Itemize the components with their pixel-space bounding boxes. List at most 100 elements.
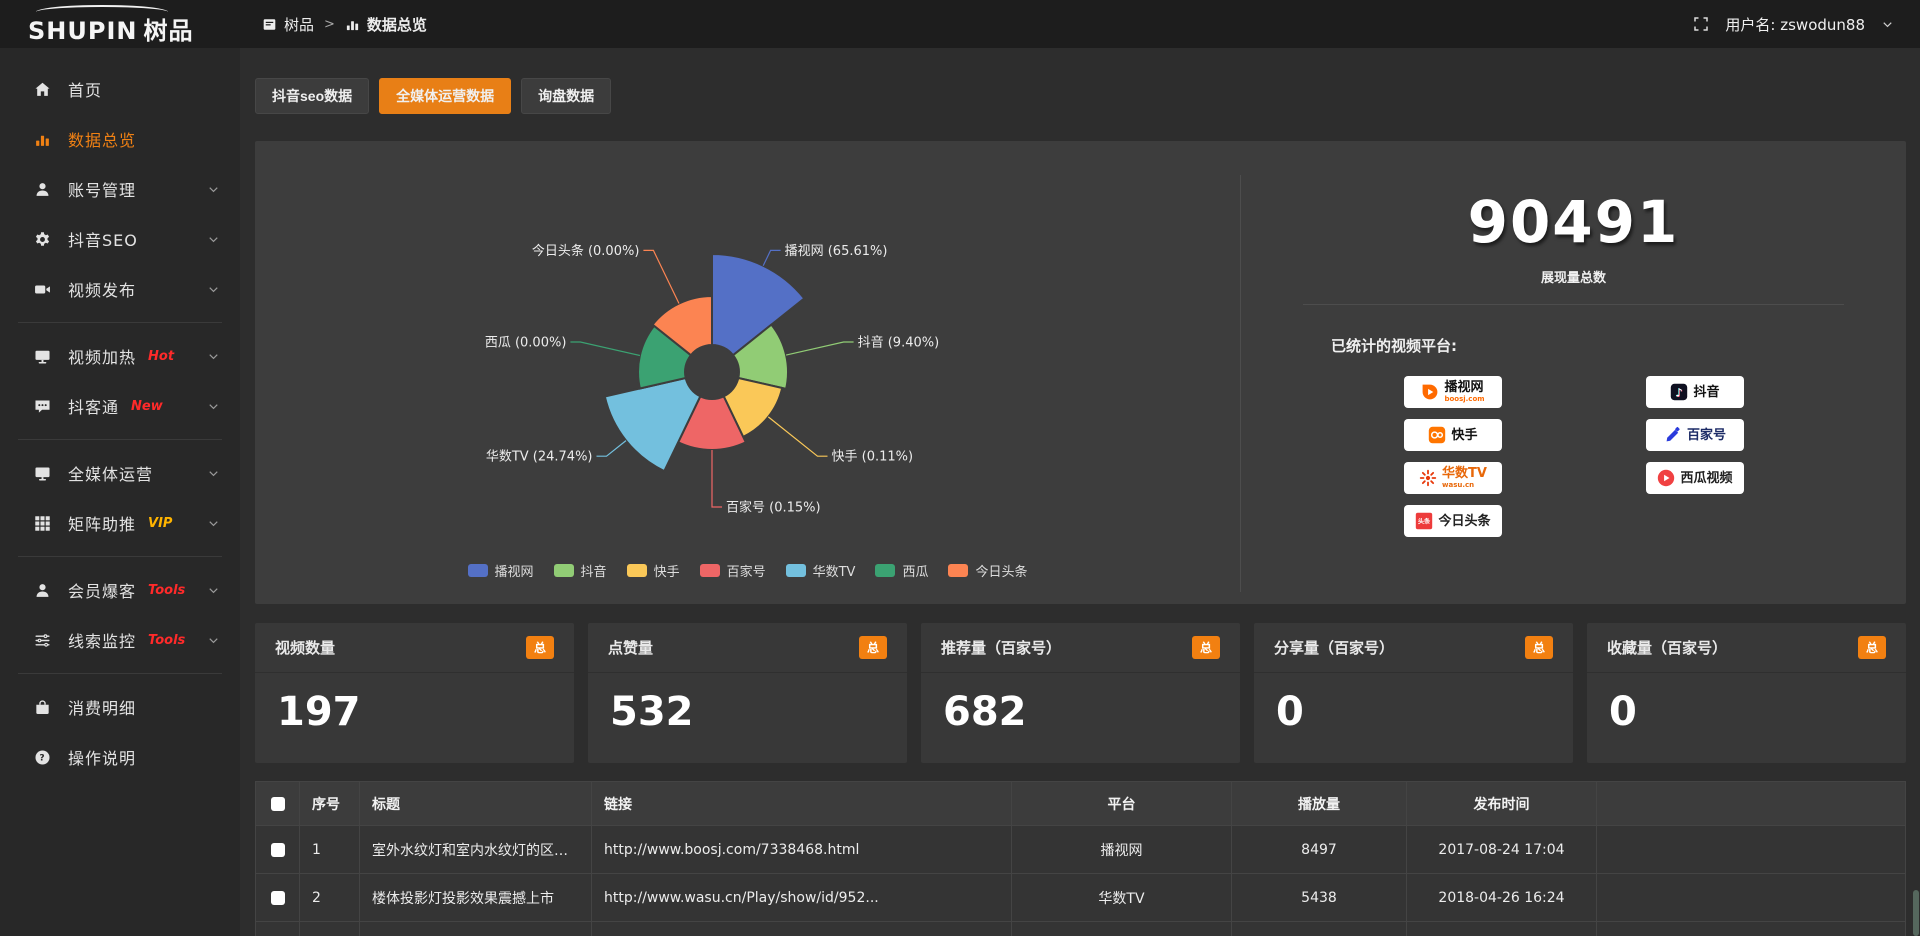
stat-card-0: 视频数量总197 <box>255 623 574 763</box>
legend-label: 播视网 <box>495 561 534 580</box>
table-row-0: 1室外水纹灯和室内水纹灯的区别和简介http://www.boosj.com/7… <box>256 826 1906 874</box>
sidebar-item-video-heat[interactable]: 视频加热Hot <box>0 331 240 381</box>
sidebar-divider <box>18 556 222 557</box>
total-impressions-label: 展现量总数 <box>1241 267 1906 286</box>
sidebar-item-tag: VIP <box>148 516 172 531</box>
table-row-partial <box>256 922 1906 936</box>
monitor-icon <box>34 465 51 482</box>
stat-card-value: 0 <box>1254 673 1573 735</box>
legend-item-3[interactable]: 百家号 <box>700 561 766 580</box>
sidebar-item-data-overview[interactable]: 数据总览 <box>0 114 240 164</box>
tab-inquiry-data[interactable]: 询盘数据 <box>521 78 611 114</box>
rose-pie-chart[interactable]: 播视网 (65.61%)抖音 (9.40%)快手 (0.11%)百家号 (0.1… <box>255 141 1240 604</box>
legend-item-4[interactable]: 华数TV <box>786 561 856 580</box>
breadcrumb-root[interactable]: 树品 <box>262 14 314 35</box>
cell-title[interactable]: 楼体投影灯投影效果震撼上市 <box>360 874 592 922</box>
douyin-logo-icon: ♪♪♪ <box>1670 383 1688 401</box>
sidebar: 首页数据总览账号管理抖音SEO视频发布视频加热Hot抖客通New 全媒体运营矩阵助… <box>0 48 240 936</box>
total-badge[interactable]: 总 <box>1858 636 1886 659</box>
cell-platform: 播视网 <box>1012 826 1232 874</box>
pie-label-3: 百家号 (0.15%) <box>726 500 821 516</box>
sliders-icon <box>34 632 51 649</box>
sidebar-item-douketong[interactable]: 抖客通New <box>0 381 240 431</box>
sidebar-divider <box>18 439 222 440</box>
column-header-3[interactable]: 平台 <box>1012 782 1232 826</box>
stat-card-3: 分享量（百家号）总0 <box>1254 623 1573 763</box>
legend-swatch <box>554 564 574 577</box>
tab-douyin-seo-data[interactable]: 抖音seo数据 <box>255 78 369 114</box>
select-all-checkbox[interactable] <box>271 797 285 811</box>
summary-divider <box>1303 304 1844 305</box>
scrollbar-thumb[interactable] <box>1913 890 1919 936</box>
legend-label: 华数TV <box>813 561 856 580</box>
legend-label: 百家号 <box>727 561 766 580</box>
user-menu-caret[interactable] <box>1881 18 1894 31</box>
breadcrumb-current[interactable]: 数据总览 <box>345 14 427 35</box>
cell-title[interactable]: 室外水纹灯和室内水纹灯的区别和简介 <box>360 826 592 874</box>
column-header-5[interactable]: 发布时间 <box>1407 782 1597 826</box>
legend-item-1[interactable]: 抖音 <box>554 561 607 580</box>
cell-link[interactable]: http://www.wasu.cn/Play/show/id/952... <box>592 874 1012 922</box>
legend-label: 西瓜 <box>902 561 928 580</box>
legend-item-0[interactable]: 播视网 <box>468 561 534 580</box>
row-checkbox[interactable] <box>271 891 285 905</box>
cell-views: 8497 <box>1232 826 1407 874</box>
boosj-logo-icon <box>1421 383 1439 401</box>
row-checkbox[interactable] <box>271 843 285 857</box>
platform-badge-label: 百家号 <box>1687 429 1726 442</box>
caret-down-icon <box>207 634 220 647</box>
chevron-down-icon <box>207 584 220 597</box>
column-header-1[interactable]: 标题 <box>360 782 592 826</box>
breadcrumb-current-label: 数据总览 <box>367 14 427 35</box>
xigua-logo-icon <box>1657 469 1675 487</box>
pie-slice-4[interactable] <box>605 378 701 471</box>
total-badge[interactable]: 总 <box>859 636 887 659</box>
toutiao-logo-icon: 头条 <box>1415 512 1433 530</box>
sidebar-item-media-ops[interactable]: 全媒体运营 <box>0 448 240 498</box>
total-badge[interactable]: 总 <box>1192 636 1220 659</box>
chat-icon <box>34 398 51 415</box>
pie-label-1: 抖音 (9.40%) <box>858 335 940 351</box>
caret-down-icon <box>207 233 220 246</box>
topbar: SHUPIN树品 树品 > 数据总览 用户名: zswodun88 <box>0 0 1920 48</box>
baijiahao-logo-icon <box>1664 426 1682 444</box>
cell-views: 5438 <box>1232 874 1407 922</box>
total-badge[interactable]: 总 <box>1525 636 1553 659</box>
platform-badge-xigua: 西瓜视频 <box>1646 462 1744 494</box>
legend-item-5[interactable]: 西瓜 <box>875 561 928 580</box>
sidebar-item-matrix-boost[interactable]: 矩阵助推VIP <box>0 498 240 548</box>
sidebar-item-consume[interactable]: 消费明细 <box>0 682 240 732</box>
cell-link[interactable]: http://www.boosj.com/7338468.html <box>592 826 1012 874</box>
sidebar-item-video-publish[interactable]: 视频发布 <box>0 264 240 314</box>
pie-label-5: 西瓜 (0.00%) <box>485 336 567 351</box>
pie-label-line-0 <box>763 250 780 265</box>
tab-media-ops-data[interactable]: 全媒体运营数据 <box>379 78 511 114</box>
svg-text:♪: ♪ <box>1676 386 1683 400</box>
stat-card-value: 682 <box>921 673 1240 735</box>
column-header-4[interactable]: 播放量 <box>1232 782 1407 826</box>
total-badge[interactable]: 总 <box>526 636 554 659</box>
legend-item-6[interactable]: 今日头条 <box>948 561 1027 580</box>
legend-item-2[interactable]: 快手 <box>627 561 680 580</box>
sidebar-item-home[interactable]: 首页 <box>0 64 240 114</box>
pie-label-6: 今日头条 (0.00%) <box>532 243 640 259</box>
sidebar-item-account[interactable]: 账号管理 <box>0 164 240 214</box>
column-header-0[interactable]: 序号 <box>300 782 360 826</box>
stat-card-label: 视频数量 <box>275 637 335 658</box>
stat-cards: 视频数量总197点赞量总532推荐量（百家号）总682分享量（百家号）总0收藏量… <box>255 623 1906 763</box>
wallet-icon <box>34 699 51 716</box>
person-icon <box>34 582 51 599</box>
legend-swatch <box>700 564 720 577</box>
stat-card-label: 点赞量 <box>608 637 653 658</box>
stat-card-head: 推荐量（百家号）总 <box>921 623 1240 673</box>
total-impressions-value: 90491 <box>1241 193 1906 251</box>
column-header-2[interactable]: 链接 <box>592 782 1012 826</box>
sidebar-item-member-baoke[interactable]: 会员爆客Tools <box>0 565 240 615</box>
platform-badge-label: 华数TV <box>1442 467 1487 480</box>
sidebar-item-leads-monitor[interactable]: 线索监控Tools <box>0 615 240 665</box>
sidebar-item-douyin-seo[interactable]: 抖音SEO <box>0 214 240 264</box>
sidebar-item-help[interactable]: ?操作说明 <box>0 732 240 782</box>
caret-down-icon <box>207 467 220 480</box>
username[interactable]: 用户名: zswodun88 <box>1725 14 1865 35</box>
fullscreen-button[interactable] <box>1693 16 1709 32</box>
